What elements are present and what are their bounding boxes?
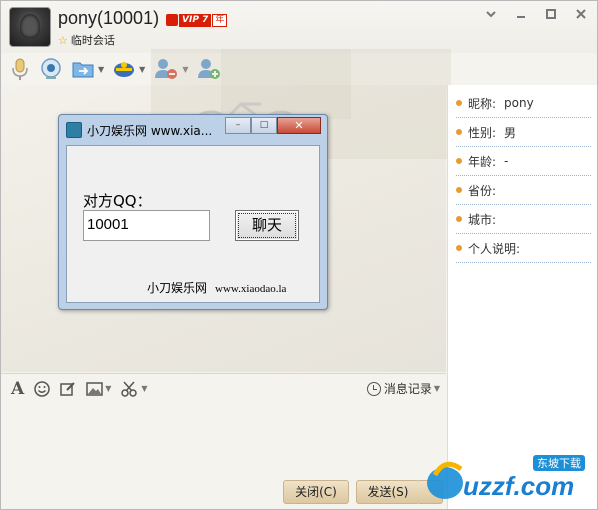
font-icon[interactable]: A <box>11 379 24 399</box>
vip-crown-icon <box>166 14 178 26</box>
header: pony(10001) VIP 7 年 ☆ 临时会话 <box>1 1 597 53</box>
remote-assist-icon <box>114 62 135 77</box>
bullet-icon <box>456 245 462 251</box>
watermark-tag: 东坡下载 <box>537 457 581 470</box>
chevron-down-icon[interactable]: ▼ <box>434 384 440 393</box>
profile-value: 男 <box>504 125 517 140</box>
profile-label: 个人说明: <box>468 241 521 256</box>
clock-icon <box>366 381 381 396</box>
camera-icon <box>41 58 61 79</box>
chat-window: pony(10001) VIP 7 年 ☆ 临时会话 ▼ ▼ 小刀娱乐网 www… <box>0 0 598 510</box>
chevron-down-icon[interactable] <box>483 8 499 24</box>
bullet-icon <box>456 100 462 106</box>
session-type: ☆ 临时会话 <box>58 32 115 48</box>
chevron-down-icon[interactable]: ▼ <box>141 384 147 393</box>
microphone-button[interactable] <box>9 57 31 81</box>
chevron-down-icon[interactable]: ▼ <box>105 384 111 393</box>
profile-value: pony <box>504 96 534 110</box>
remote-assist-button[interactable]: ▼ <box>112 58 145 80</box>
watermark-logo: uzzf.com 东坡下载 <box>427 455 585 501</box>
star-icon: ☆ <box>58 33 68 47</box>
watermark-brand: uzzf.com <box>463 471 574 501</box>
vip-year: 年 <box>212 13 228 27</box>
qq-number-input[interactable]: 10001 <box>83 210 210 241</box>
profile-label: 城市: <box>468 212 497 227</box>
qq-label: 对方QQ： <box>83 192 152 210</box>
dialog-close-button[interactable]: ✕ <box>277 117 321 134</box>
microphone-icon <box>12 58 28 80</box>
image-icon <box>86 381 103 396</box>
dialog-minimize-button[interactable]: – <box>225 117 251 134</box>
session-type-label: 临时会话 <box>70 34 115 47</box>
dialog-footer: 小刀娱乐网 www.xiaodao.la <box>147 279 286 296</box>
close-button[interactable]: 关闭(C) <box>283 480 349 504</box>
input-toolbar: A ▼ ▼ 消息记录 ▼ <box>1 373 446 403</box>
message-input[interactable] <box>1 403 446 475</box>
chat-button[interactable]: 聊天 <box>235 210 299 241</box>
bullet-icon <box>456 158 462 164</box>
maximize-icon[interactable] <box>543 8 559 24</box>
chevron-down-icon[interactable]: ▼ <box>139 65 145 74</box>
vip-level: VIP 7 <box>179 13 212 27</box>
image-button[interactable]: ▼ <box>86 381 111 396</box>
dialog-titlebar[interactable]: 小刀娱乐网 www.xia... – □ ✕ <box>59 115 327 143</box>
profile-row: 性别: 男 <box>456 118 591 147</box>
bullet-icon <box>456 129 462 135</box>
avatar-face-icon <box>20 14 40 38</box>
screenshot-button[interactable]: ▼ <box>121 381 148 397</box>
emoji-icon[interactable] <box>34 380 50 397</box>
bullet-icon <box>456 187 462 193</box>
profile-row: 省份: <box>456 176 591 205</box>
send-button[interactable]: 发送(S) <box>356 480 420 504</box>
profile-label: 年龄: <box>468 154 497 169</box>
scissors-icon <box>121 381 138 397</box>
chevron-down-icon[interactable]: ▼ <box>98 65 104 74</box>
window-controls <box>483 8 589 24</box>
dialog-maximize-button[interactable]: □ <box>251 117 277 134</box>
edit-icon[interactable] <box>60 381 76 397</box>
vip-badge[interactable]: VIP 7 年 <box>166 13 228 27</box>
profile-row: 城市: <box>456 205 591 234</box>
dialog-body: 对方QQ： 10001 聊天 小刀娱乐网 www.xiaodao.la <box>66 145 320 303</box>
profile-value: - <box>504 154 509 168</box>
footer-url: www.xiaodao.la <box>215 283 287 295</box>
contact-name[interactable]: pony(10001) <box>58 8 159 29</box>
bottom-bar: 关闭(C) 发送(S) <box>1 475 446 509</box>
app-icon <box>66 122 82 138</box>
camera-button[interactable] <box>39 57 63 81</box>
profile-row: 昵称: pony <box>456 89 591 118</box>
file-transfer-icon <box>72 62 94 78</box>
profile-panel: 昵称: pony 性别: 男 年龄: - 省份: 城市: 个人说明: <box>447 85 597 509</box>
message-history-button[interactable]: 消息记录 ▼ <box>366 380 440 397</box>
file-transfer-button[interactable]: ▼ <box>71 58 104 80</box>
profile-label: 省份: <box>468 183 497 198</box>
profile-row: 个人说明: <box>456 234 591 263</box>
profile-label: 性别: <box>468 125 497 140</box>
bullet-icon <box>456 216 462 222</box>
profile-row: 年龄: - <box>456 147 591 176</box>
dialog-title: 小刀娱乐网 www.xia... <box>87 124 213 138</box>
profile-label: 昵称: <box>468 96 497 111</box>
minimize-icon[interactable] <box>513 8 529 24</box>
popup-dialog: 小刀娱乐网 www.xia... – □ ✕ 对方QQ： 10001 聊天 小刀… <box>58 114 328 310</box>
avatar[interactable] <box>9 7 51 47</box>
footer-site-name: 小刀娱乐网 <box>147 281 208 295</box>
dialog-controls: – □ ✕ <box>225 117 321 134</box>
close-icon[interactable] <box>573 8 589 24</box>
history-label: 消息记录 <box>383 382 432 396</box>
